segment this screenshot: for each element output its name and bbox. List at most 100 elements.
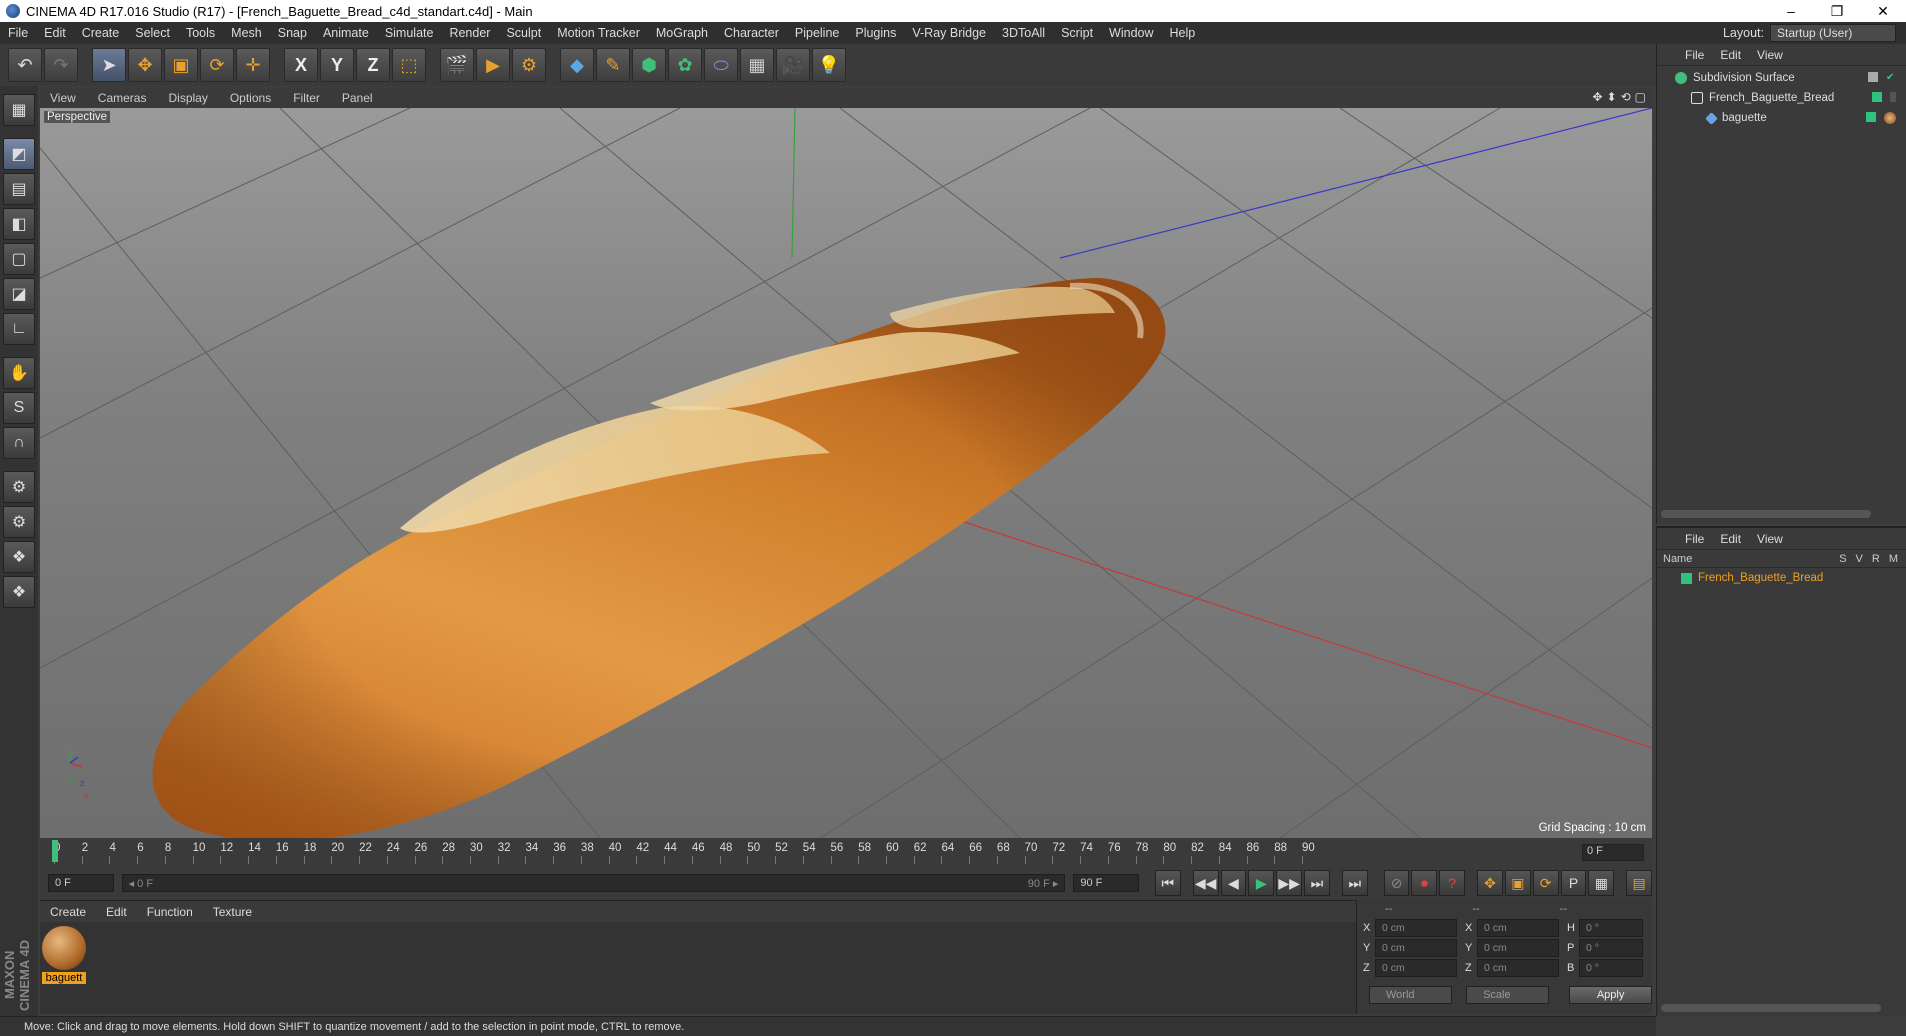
viewport-menu-view[interactable]: View xyxy=(40,91,88,105)
material-menu-create[interactable]: Create xyxy=(40,905,96,919)
menu-mograph[interactable]: MoGraph xyxy=(648,26,716,40)
position-z-field[interactable]: 0 cm xyxy=(1375,959,1457,977)
rotate-tool-button[interactable]: ⟳ xyxy=(200,48,234,82)
viewport-camera-label[interactable]: Perspective xyxy=(44,111,111,123)
menu-pipeline[interactable]: Pipeline xyxy=(787,26,847,40)
object-manager-scrollbar[interactable] xyxy=(1661,510,1871,518)
enabled-check-icon[interactable]: ✔ xyxy=(1886,72,1896,83)
record-keys-disabled-button[interactable]: ⊘ xyxy=(1383,870,1410,896)
preview-range-slider[interactable]: ◂ 0 F 90 F ▸ xyxy=(121,874,1066,892)
playhead-marker[interactable] xyxy=(52,840,58,862)
object-row-subdivision-surface[interactable]: Subdivision Surface ✔ xyxy=(1657,68,1906,88)
snap-button[interactable]: ∩ xyxy=(3,427,35,459)
undo-button[interactable]: ↶ xyxy=(8,48,42,82)
next-frame-button[interactable]: ▶▶ xyxy=(1276,870,1303,896)
menu-sculpt[interactable]: Sculpt xyxy=(498,26,549,40)
layer-menu-file[interactable]: File xyxy=(1685,532,1704,546)
y-axis-lock-button[interactable]: Y xyxy=(320,48,354,82)
recent-tool-button[interactable]: ✛ xyxy=(236,48,270,82)
menu-script[interactable]: Script xyxy=(1053,26,1101,40)
viewport-menu-display[interactable]: Display xyxy=(158,91,219,105)
workplane-mode-button[interactable]: ◧ xyxy=(3,208,35,240)
viewport-menu-cameras[interactable]: Cameras xyxy=(88,91,159,105)
workplane-lock-button[interactable]: ⚙ xyxy=(3,506,35,538)
scale-tool-button[interactable]: ▣ xyxy=(164,48,198,82)
baguette-model[interactable] xyxy=(152,278,1166,838)
size-z-field[interactable]: 0 cm xyxy=(1477,959,1559,977)
rotation-b-field[interactable]: 0 ° xyxy=(1579,959,1643,977)
close-button[interactable]: ✕ xyxy=(1860,0,1906,22)
z-axis-lock-button[interactable]: Z xyxy=(356,48,390,82)
layer-flag-icon[interactable] xyxy=(1868,72,1878,82)
menu-window[interactable]: Window xyxy=(1101,26,1161,40)
rotation-h-field[interactable]: 0 ° xyxy=(1579,919,1643,937)
render-to-picture-viewer-button[interactable]: ▶ xyxy=(476,48,510,82)
cube-primitive-button[interactable]: ◆ xyxy=(560,48,594,82)
polygons-mode-button[interactable]: ∟ xyxy=(3,313,35,345)
object-row-french-baguette-bread[interactable]: French_Baguette_Bread xyxy=(1657,88,1906,108)
edges-mode-button[interactable]: ◪ xyxy=(3,278,35,310)
layer-menu-edit[interactable]: Edit xyxy=(1720,532,1741,546)
end-frame-field[interactable]: 90 F xyxy=(1073,874,1139,892)
size-x-field[interactable]: 0 cm xyxy=(1477,919,1559,937)
timeline-ruler[interactable]: 0246810121416182022242628303234363840424… xyxy=(40,838,1652,866)
live-selection-button[interactable]: ➤ xyxy=(92,48,126,82)
subdivision-surface-button[interactable]: ⬢ xyxy=(632,48,666,82)
viewport-maximize-icon[interactable]: ▢ xyxy=(1635,90,1646,104)
viewport-menu-filter[interactable]: Filter xyxy=(283,91,332,105)
layout-dropdown[interactable]: Startup (User) xyxy=(1770,24,1896,42)
key-scale-button[interactable]: ▣ xyxy=(1504,870,1531,896)
viewport-zoom-icon[interactable]: ⬍ xyxy=(1607,90,1617,104)
layer-menu-view[interactable]: View xyxy=(1757,532,1783,546)
menu-file[interactable]: File xyxy=(0,26,36,40)
previous-key-button[interactable]: ◀◀ xyxy=(1192,870,1219,896)
viewport-menu-panel[interactable]: Panel xyxy=(332,91,385,105)
object-menu-file[interactable]: File xyxy=(1685,48,1704,62)
viewport-pan-icon[interactable]: ✥ xyxy=(1592,90,1602,104)
texture-mode-button[interactable]: ▤ xyxy=(3,173,35,205)
position-x-field[interactable]: 0 cm xyxy=(1375,919,1457,937)
object-menu-view[interactable]: View xyxy=(1757,48,1783,62)
rotation-p-field[interactable]: 0 ° xyxy=(1579,939,1643,957)
x-axis-lock-button[interactable]: X xyxy=(284,48,318,82)
current-frame-field[interactable]: 0 F xyxy=(1582,844,1644,861)
material-menu-edit[interactable]: Edit xyxy=(96,905,137,919)
menu-motion-tracker[interactable]: Motion Tracker xyxy=(549,26,648,40)
autokeying-button[interactable]: ? xyxy=(1439,870,1466,896)
viewport-menu-options[interactable]: Options xyxy=(220,91,283,105)
menu-render[interactable]: Render xyxy=(441,26,498,40)
tweak-mode-button[interactable]: ✋ xyxy=(3,357,35,389)
layer-color-icon[interactable] xyxy=(1866,112,1876,122)
key-rotation-button[interactable]: ⟳ xyxy=(1532,870,1559,896)
menu-select[interactable]: Select xyxy=(127,26,178,40)
floor-button[interactable]: ▦ xyxy=(740,48,774,82)
perspective-viewport[interactable]: Perspective y x z Grid Spacing : 10 cm xyxy=(40,108,1652,838)
key-pla-button[interactable]: ▦ xyxy=(1588,870,1615,896)
render-view-button[interactable]: 🎬 xyxy=(440,48,474,82)
deformer-button[interactable]: ⬭ xyxy=(704,48,738,82)
coordinate-system-button[interactable]: ⬚ xyxy=(392,48,426,82)
solo-button[interactable]: S xyxy=(3,392,35,424)
record-active-objects-button[interactable]: ⏺ xyxy=(1411,870,1438,896)
viewport-rotate-icon[interactable]: ⟲ xyxy=(1621,90,1631,104)
material-tag-icon[interactable] xyxy=(1884,112,1896,124)
frame-ruler[interactable]: 0246810121416182022242628303234363840424… xyxy=(48,838,1580,866)
play-button[interactable]: ▶ xyxy=(1248,870,1275,896)
go-to-end-button[interactable]: ⏭ xyxy=(1341,870,1368,896)
restore-button[interactable]: ❐ xyxy=(1814,0,1860,22)
light-button[interactable]: 💡 xyxy=(812,48,846,82)
material-menu-texture[interactable]: Texture xyxy=(203,905,262,919)
python-script-1-button[interactable]: ❖ xyxy=(3,541,35,573)
camera-button[interactable]: 🎥 xyxy=(776,48,810,82)
layer-manager-scrollbar[interactable] xyxy=(1661,1004,1881,1012)
render-settings-button[interactable]: ⚙ xyxy=(512,48,546,82)
size-y-field[interactable]: 0 cm xyxy=(1477,939,1559,957)
layer-color-icon[interactable] xyxy=(1872,92,1882,102)
menu-animate[interactable]: Animate xyxy=(315,26,377,40)
timeline-menu-button[interactable]: ▤ xyxy=(1626,870,1653,896)
scale-mode-dropdown[interactable]: Scale xyxy=(1466,986,1550,1004)
points-mode-button[interactable]: ▢ xyxy=(3,243,35,275)
next-key-button[interactable]: ⏭ xyxy=(1304,870,1330,896)
magnet-button[interactable]: ⚙ xyxy=(3,471,35,503)
coordinate-mode-dropdown[interactable]: World xyxy=(1369,986,1453,1004)
